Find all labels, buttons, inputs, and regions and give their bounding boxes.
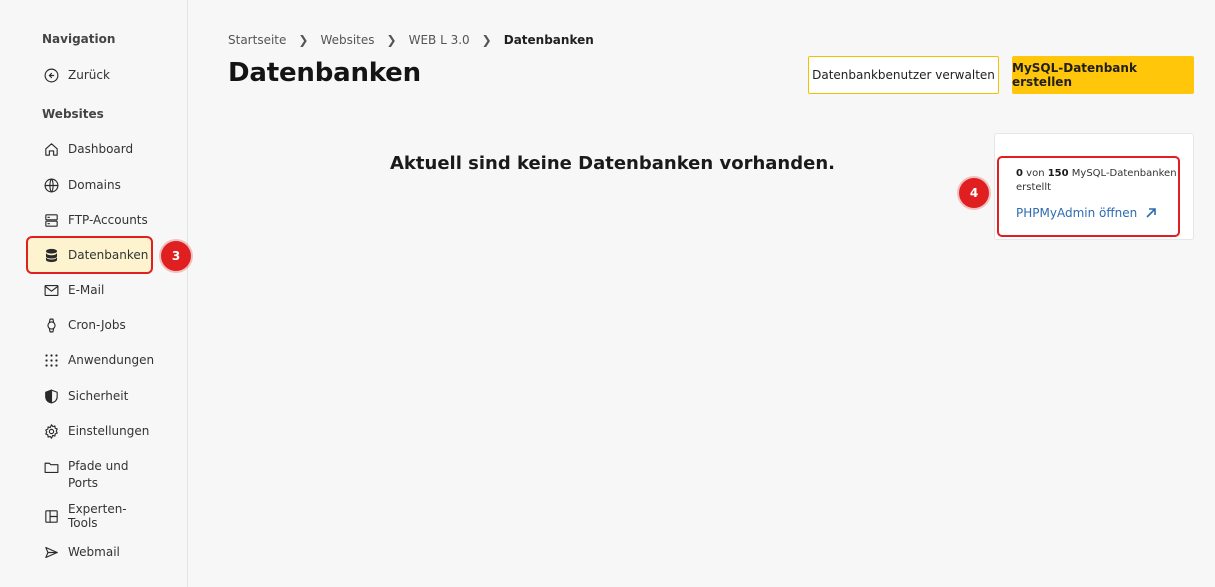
back-label: Zurück	[68, 68, 110, 82]
sidebar-item-label: Webmail	[68, 545, 120, 559]
watch-icon	[42, 316, 60, 334]
breadcrumb: Startseite ❯ Websites ❯ WEB L 3.0 ❯ Date…	[228, 33, 594, 47]
label-line-2: Ports	[68, 476, 99, 490]
db-count-separator: von	[1026, 168, 1045, 179]
grid-dots-icon	[42, 351, 60, 369]
chevron-right-icon: ❯	[298, 33, 309, 47]
sidebar-item-dashboard[interactable]: Dashboard	[27, 132, 152, 166]
sidebar-item-label: Pfade und Ports	[68, 458, 128, 492]
db-count: 0	[1016, 168, 1023, 179]
db-quota-card: 0 von 150 MySQL-Datenbanken erstellt PHP…	[994, 133, 1194, 240]
sidebar-item-label: Dashboard	[68, 142, 134, 156]
sidebar-item-label: FTP-Accounts	[68, 213, 148, 227]
sidebar-item-pfade-und-ports[interactable]: Pfade und Ports	[27, 452, 152, 492]
breadcrumb-item-web-l[interactable]: WEB L 3.0	[409, 33, 470, 47]
sidebar-item-label: Datenbanken	[68, 248, 149, 262]
nav-heading: Navigation	[42, 32, 116, 46]
layout-icon	[42, 507, 60, 525]
sidebar-item-anwendungen[interactable]: Anwendungen	[27, 343, 155, 377]
empty-state-message: Aktuell sind keine Datenbanken vorhanden…	[390, 153, 835, 174]
sidebar-item-label: Experten-Tools	[68, 502, 127, 530]
sidebar-item-label: Anwendungen	[68, 353, 155, 367]
sidebar-item-webmail[interactable]: Webmail	[27, 535, 152, 569]
phpmyadmin-link-label: PHPMyAdmin öffnen	[1016, 206, 1138, 220]
mail-icon	[42, 281, 60, 299]
db-total: 150	[1047, 168, 1069, 179]
label-line-1: Pfade und	[68, 459, 129, 473]
server-icon	[42, 211, 60, 229]
chevron-right-icon: ❯	[386, 33, 397, 47]
db-quota-text: 0 von 150 MySQL-Datenbanken erstellt	[1016, 167, 1178, 195]
highlight-box: 0 von 150 MySQL-Datenbanken erstellt PHP…	[997, 156, 1180, 237]
home-icon	[42, 140, 60, 158]
sidebar-item-label: Cron-Jobs	[68, 318, 126, 332]
annotation-marker-4: 4	[959, 178, 989, 208]
breadcrumb-item-current: Datenbanken	[503, 33, 594, 47]
sidebar-item-einstellungen[interactable]: Einstellungen	[27, 414, 152, 448]
page-title: Datenbanken	[228, 58, 421, 88]
send-icon	[42, 543, 60, 561]
globe-icon	[42, 176, 60, 194]
annotation-marker-3: 3	[161, 241, 191, 271]
phpmyadmin-link[interactable]: PHPMyAdmin öffnen	[1016, 206, 1178, 220]
sidebar-item-domains[interactable]: Domains	[27, 168, 152, 202]
sidebar-item-email[interactable]: E-Mail	[27, 273, 152, 307]
shield-icon	[42, 387, 60, 405]
breadcrumb-item-websites[interactable]: Websites	[320, 33, 374, 47]
sidebar-item-experten-tools[interactable]: Experten-Tools	[27, 499, 152, 533]
sidebar-item-label: Sicherheit	[68, 389, 129, 403]
database-icon	[42, 246, 60, 264]
sidebar-item-ftp-accounts[interactable]: FTP-Accounts	[27, 203, 152, 237]
folder-icon	[42, 458, 60, 476]
websites-heading: Websites	[42, 107, 104, 121]
app-window: Navigation Zurück Websites Dashboard Dom…	[0, 0, 1215, 587]
sidebar-item-sicherheit[interactable]: Sicherheit	[27, 379, 152, 413]
arrow-left-circle-icon	[42, 66, 60, 84]
sidebar-item-label: Einstellungen	[68, 424, 150, 438]
breadcrumb-item-startseite[interactable]: Startseite	[228, 33, 286, 47]
external-arrow-icon	[1146, 208, 1157, 218]
sidebar-item-cron-jobs[interactable]: Cron-Jobs	[27, 308, 152, 342]
chevron-right-icon: ❯	[481, 33, 492, 47]
sidebar-item-datenbanken[interactable]: Datenbanken	[26, 236, 153, 274]
manage-db-users-button[interactable]: Datenbankbenutzer verwalten	[808, 56, 999, 94]
create-mysql-db-button[interactable]: MySQL-Datenbank erstellen	[1012, 56, 1194, 94]
sidebar-item-label: Domains	[68, 178, 121, 192]
back-link[interactable]: Zurück	[27, 58, 152, 92]
sidebar-item-label: E-Mail	[68, 283, 105, 297]
sidebar: Navigation Zurück Websites Dashboard Dom…	[0, 0, 188, 587]
gear-icon	[42, 422, 60, 440]
